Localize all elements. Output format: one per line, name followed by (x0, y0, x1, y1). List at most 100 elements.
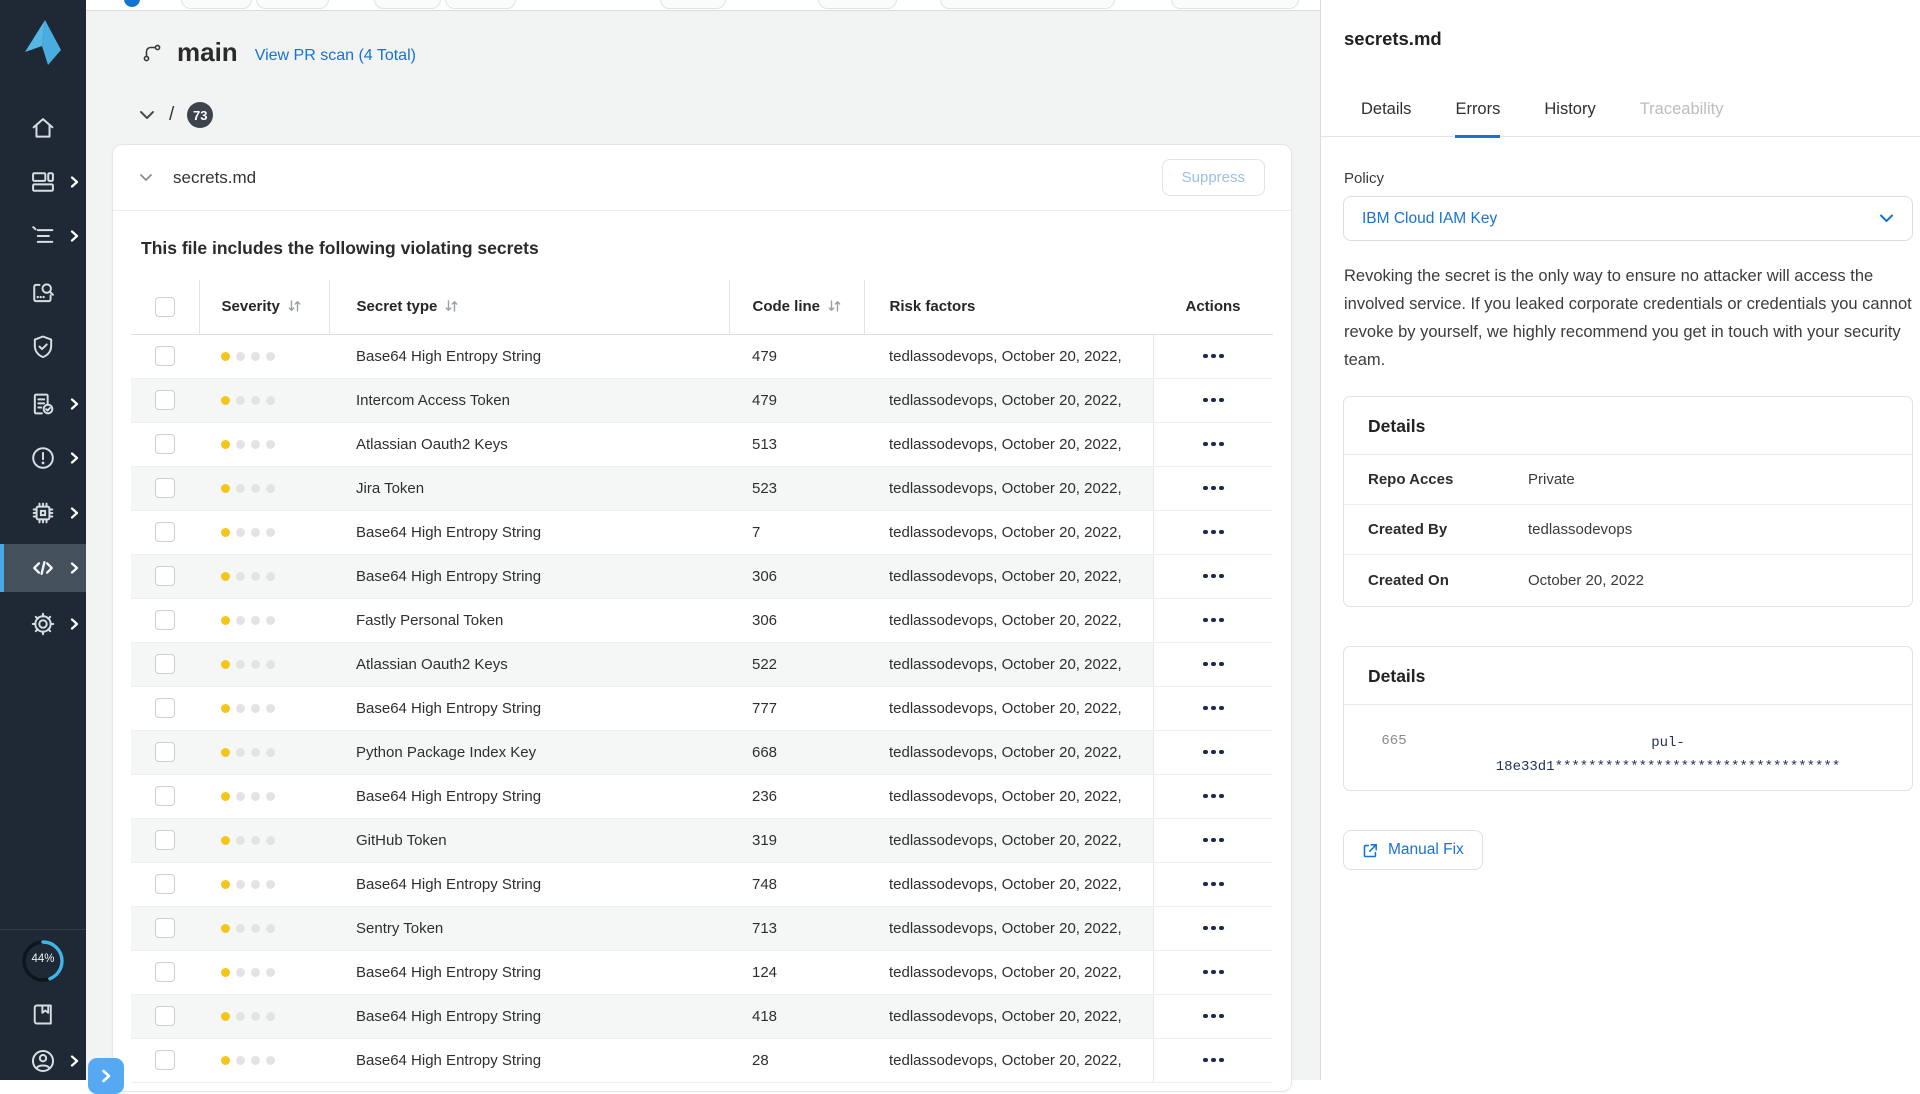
table-row[interactable]: Intercom Access Token 479 tedlassodevops… (131, 378, 1273, 422)
severity-dot-empty (266, 352, 275, 361)
tab-history[interactable]: History (1544, 100, 1595, 136)
sidebar-item-incidents[interactable] (0, 434, 86, 482)
row-actions-menu-button[interactable] (1154, 555, 1274, 598)
table-row[interactable]: Base64 High Entropy String 28 tedlassode… (131, 1038, 1273, 1082)
row-actions-menu-button[interactable] (1154, 1039, 1274, 1082)
tab-details[interactable]: Details (1361, 100, 1411, 136)
row-checkbox[interactable] (155, 654, 175, 674)
table-row[interactable]: Atlassian Oauth2 Keys 522 tedlassodevops… (131, 642, 1273, 686)
row-checkbox[interactable] (155, 786, 175, 806)
row-checkbox[interactable] (155, 962, 175, 982)
table-row[interactable]: Base64 High Entropy String 479 tedlassod… (131, 334, 1273, 378)
table-row[interactable]: Base64 High Entropy String 777 tedlassod… (131, 686, 1273, 730)
severity-dot-empty (266, 836, 275, 845)
toolbar-pill[interactable] (445, 0, 516, 9)
severity-dot-filled (221, 484, 230, 493)
row-checkbox[interactable] (155, 1050, 175, 1070)
toolbar-pill[interactable] (374, 0, 441, 9)
row-actions-menu-button[interactable] (1154, 863, 1274, 906)
chevron-right-icon (70, 1055, 79, 1067)
sidebar-item-supply-chain[interactable] (0, 489, 86, 537)
severity-dot-empty (251, 924, 260, 933)
row-checkbox[interactable] (155, 390, 175, 410)
table-row[interactable]: Base64 High Entropy String 306 tedlassod… (131, 554, 1273, 598)
toolbar-pill[interactable] (256, 0, 329, 9)
app-logo[interactable] (0, 0, 86, 84)
table-row[interactable]: Base64 High Entropy String 7 tedlassodev… (131, 510, 1273, 554)
violations-title: This file includes the following violati… (113, 211, 1291, 280)
sidebar-item-dashboards[interactable] (0, 158, 86, 206)
row-actions-menu-button[interactable] (1154, 995, 1274, 1038)
row-checkbox[interactable] (155, 610, 175, 630)
table-row[interactable]: Sentry Token 713 tedlassodevops, October… (131, 906, 1273, 950)
column-header-severity[interactable]: Severity (199, 280, 329, 334)
row-checkbox[interactable] (155, 742, 175, 762)
suppress-button[interactable]: Suppress (1162, 159, 1265, 196)
toolbar-pill[interactable] (181, 0, 252, 9)
row-actions-menu-button[interactable] (1154, 775, 1274, 818)
toolbar-pill[interactable] (818, 0, 897, 9)
manual-fix-button[interactable]: Manual Fix (1343, 830, 1483, 870)
severity-dot-empty (236, 660, 245, 669)
row-actions-menu-button[interactable] (1154, 731, 1274, 774)
severity-dot-filled (221, 968, 230, 977)
row-checkbox[interactable] (155, 918, 175, 938)
toolbar-pill[interactable] (1171, 0, 1299, 9)
toolbar-pill[interactable] (940, 0, 1115, 9)
policy-dropdown[interactable]: IBM Cloud IAM Key (1343, 196, 1913, 241)
sidebar-item-policies[interactable] (0, 380, 86, 428)
sidebar-item-projects-active[interactable] (0, 544, 86, 592)
sidebar-item-inventory[interactable] (0, 212, 86, 260)
sidebar-item-settings[interactable] (0, 600, 86, 648)
row-checkbox[interactable] (155, 874, 175, 894)
row-checkbox[interactable] (155, 698, 175, 718)
table-row[interactable]: Base64 High Entropy String 124 tedlassod… (131, 950, 1273, 994)
row-actions-menu-button[interactable] (1154, 643, 1274, 686)
sidebar-expand-button[interactable] (88, 1058, 124, 1094)
row-actions-menu-button[interactable] (1154, 379, 1274, 422)
row-checkbox[interactable] (155, 1006, 175, 1026)
table-row[interactable]: Base64 High Entropy String 418 tedlassod… (131, 994, 1273, 1038)
sidebar-item-home[interactable] (0, 104, 86, 152)
row-actions-menu-button[interactable] (1154, 423, 1274, 466)
table-row[interactable]: GitHub Token 319 tedlassodevops, October… (131, 818, 1273, 862)
row-actions-menu-button[interactable] (1154, 819, 1274, 862)
tab-errors[interactable]: Errors (1455, 100, 1500, 138)
view-pr-scan-link[interactable]: View PR scan (4 Total) (255, 47, 416, 65)
row-checkbox[interactable] (155, 830, 175, 850)
sidebar-item-compliance[interactable] (0, 323, 86, 371)
column-header-code-line[interactable]: Code line (729, 280, 864, 334)
sidebar-item-code-review[interactable] (0, 269, 86, 317)
code-line-cell: 668 (729, 730, 864, 774)
row-checkbox[interactable] (155, 566, 175, 586)
secret-type-cell: Base64 High Entropy String (329, 510, 729, 554)
row-actions-menu-button[interactable] (1154, 599, 1274, 642)
toolbar-pill[interactable] (660, 0, 726, 9)
row-checkbox[interactable] (155, 478, 175, 498)
row-actions-menu-button[interactable] (1154, 687, 1274, 730)
chevron-down-icon[interactable] (139, 110, 155, 120)
row-checkbox[interactable] (155, 434, 175, 454)
table-row[interactable]: Base64 High Entropy String 748 tedlassod… (131, 862, 1273, 906)
row-actions-menu-button[interactable] (1154, 907, 1274, 950)
usage-percent: 44% (0, 953, 86, 965)
row-actions-menu-button[interactable] (1154, 951, 1274, 994)
chevron-down-icon[interactable] (139, 173, 153, 182)
sidebar-item-account[interactable] (0, 1042, 86, 1080)
severity-dot-empty (266, 660, 275, 669)
sidebar-item-docs[interactable] (0, 994, 86, 1034)
select-all-checkbox[interactable] (155, 297, 175, 317)
severity-indicator (221, 968, 329, 977)
row-checkbox[interactable] (155, 522, 175, 542)
column-header-secret-type[interactable]: Secret type (329, 280, 729, 334)
severity-dot-empty (266, 616, 275, 625)
row-checkbox[interactable] (155, 346, 175, 366)
table-row[interactable]: Jira Token 523 tedlassodevops, October 2… (131, 466, 1273, 510)
table-row[interactable]: Python Package Index Key 668 tedlassodev… (131, 730, 1273, 774)
row-actions-menu-button[interactable] (1154, 335, 1274, 378)
table-row[interactable]: Fastly Personal Token 306 tedlassodevops… (131, 598, 1273, 642)
table-row[interactable]: Atlassian Oauth2 Keys 513 tedlassodevops… (131, 422, 1273, 466)
table-row[interactable]: Base64 High Entropy String 236 tedlassod… (131, 774, 1273, 818)
row-actions-menu-button[interactable] (1154, 511, 1274, 554)
row-actions-menu-button[interactable] (1154, 467, 1274, 510)
